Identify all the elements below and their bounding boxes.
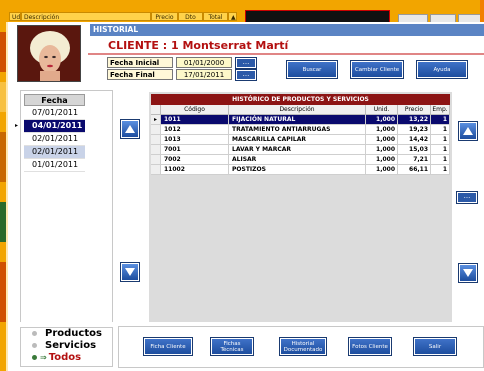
fecha-list-item[interactable]: 07/01/2011 [24, 107, 85, 120]
table-cell: 7001 [161, 145, 229, 155]
filter-servicios-radio[interactable]: Servicios [32, 340, 96, 351]
table-cell: 1,000 [366, 135, 398, 145]
radio-unselected-icon [32, 330, 37, 336]
grid-header-emp[interactable]: Emp. [431, 105, 450, 115]
table-cell: 1 [431, 155, 450, 165]
start-date-field[interactable]: 01/01/2000 [176, 57, 232, 68]
fotos-cliente-button[interactable]: Fotos Cliente [348, 337, 392, 356]
table-cell: 14,42 [398, 135, 431, 145]
table-cell: TRATAMIENTO ANTIARRUGAS [229, 125, 366, 135]
table-cell: 1 [431, 135, 450, 145]
table-cell: 66,11 [398, 165, 431, 175]
table-cell: 1,000 [366, 145, 398, 155]
fecha-list-item[interactable]: 02/01/2011 [24, 133, 85, 146]
row-pointer-icon: ▸ [15, 122, 19, 129]
table-cell: 1 [431, 145, 450, 155]
table-cell: 1 [431, 115, 450, 125]
table-cell: 1,000 [366, 125, 398, 135]
table-cell: 11002 [161, 165, 229, 175]
row-indicator [151, 125, 161, 135]
side-more-button[interactable]: ... [456, 191, 478, 204]
background-app-bar: Uds Descripción Precio Dto Total ▲ [0, 0, 484, 24]
table-cell: 7,21 [398, 155, 431, 165]
table-cell: 1,000 [366, 155, 398, 165]
buscar-button[interactable]: Buscar [286, 60, 338, 79]
table-cell: 1 [431, 125, 450, 135]
table-cell: MASCARILLA CAPILAR [229, 135, 366, 145]
fecha-list-item[interactable]: 04/01/2011 ▸ [15, 120, 85, 133]
salir-button[interactable]: Salir [413, 337, 457, 356]
filter-servicios-label: Servicios [45, 340, 97, 351]
grid-header-unid[interactable]: Unid. [366, 105, 398, 115]
table-row[interactable]: 1013 MASCARILLA CAPILAR 1,000 14,42 1 [151, 135, 450, 145]
table-cell: 1,000 [366, 115, 398, 125]
cambiar-cliente-button[interactable]: Cambiar Cliente [350, 60, 404, 79]
grid-header-descripcion[interactable]: Descripción [229, 105, 366, 115]
bg-column-descripcion: Descripción [21, 12, 151, 21]
ficha-cliente-button[interactable]: Ficha Cliente [143, 337, 193, 356]
fecha-list-item[interactable]: 01/01/2011 [24, 159, 85, 172]
table-row[interactable]: ▸ 1011 FIJACIÓN NATURAL 1,000 13,22 1 [151, 115, 450, 125]
filter-productos-label: Productos [45, 328, 102, 339]
bg-column-dto: Dto [178, 12, 203, 21]
grid-header-precio[interactable]: Precio [398, 105, 431, 115]
table-cell: 19,23 [398, 125, 431, 135]
table-cell: 1012 [161, 125, 229, 135]
fichas-tecnicas-button[interactable]: Fichas Técnicas [210, 337, 254, 356]
table-cell: 15,03 [398, 145, 431, 155]
row-indicator [151, 145, 161, 155]
bg-column-precio: Precio [151, 12, 178, 21]
table-row[interactable]: 11002 POSTIZOS 1,000 66,11 1 [151, 165, 450, 175]
fecha-list-header: Fecha [24, 94, 85, 106]
client-photo [17, 25, 81, 82]
row-indicator [151, 165, 161, 175]
filter-productos-radio[interactable]: Productos [32, 328, 102, 339]
radio-selected-icon [32, 354, 37, 360]
grid-header-codigo[interactable]: Código [161, 105, 229, 115]
historial-window: HISTORIAL CLIENTE : 1 Montserrat Martí F… [6, 22, 484, 371]
start-date-picker-button[interactable]: ... [235, 57, 257, 69]
row-indicator [151, 155, 161, 165]
table-row[interactable]: 7001 LAVAR Y MARCAR 1,000 15,03 1 [151, 145, 450, 155]
divider [88, 53, 484, 55]
arrow-right-icon: ⇒ [40, 353, 47, 362]
window-title: HISTORIAL [90, 24, 484, 36]
grid-scroll-up-arrow-icon[interactable] [458, 121, 478, 141]
start-date-label: Fecha Inicial [107, 57, 173, 68]
ayuda-button[interactable]: Ayuda [416, 60, 468, 79]
grid-header-indicator [151, 105, 161, 115]
scroll-up-arrow-icon[interactable] [120, 119, 140, 139]
table-cell: FIJACIÓN NATURAL [229, 115, 366, 125]
end-date-picker-button[interactable]: ... [235, 69, 257, 81]
table-cell: 1011 [161, 115, 229, 125]
grid-scroll-down-arrow-icon[interactable] [458, 263, 478, 283]
table-cell: 1 [431, 165, 450, 175]
row-pointer-icon: ▸ [151, 115, 161, 125]
table-cell: LAVAR Y MARCAR [229, 145, 366, 155]
radio-unselected-icon [32, 342, 37, 348]
table-cell: 7002 [161, 155, 229, 165]
end-date-label: Fecha Final [107, 69, 173, 80]
table-cell: ALISAR [229, 155, 366, 165]
bg-column-uds: Uds [9, 12, 21, 21]
bg-scroll-up-icon: ▲ [228, 12, 237, 21]
filter-todos-label: Todos [48, 352, 82, 363]
bg-column-total: Total [203, 12, 228, 21]
filter-todos-radio[interactable]: ⇒ Todos [32, 352, 81, 363]
fecha-list-item[interactable]: 02/01/2011 [24, 146, 85, 159]
scroll-down-arrow-icon[interactable] [120, 262, 140, 282]
table-row[interactable]: 7002 ALISAR 1,000 7,21 1 [151, 155, 450, 165]
table-cell: 13,22 [398, 115, 431, 125]
table-cell: 1,000 [366, 165, 398, 175]
end-date-field[interactable]: 17/01/2011 [176, 69, 232, 80]
historial-documentado-button[interactable]: Historial Documentado [279, 337, 327, 356]
table-cell: POSTIZOS [229, 165, 366, 175]
grid-title: HISTÓRICO DE PRODUCTOS Y SERVICIOS [151, 94, 450, 105]
table-row[interactable]: 1012 TRATAMIENTO ANTIARRUGAS 1,000 19,23 1 [151, 125, 450, 135]
row-indicator [151, 135, 161, 145]
client-name-label: CLIENTE : 1 Montserrat Martí [108, 39, 289, 52]
table-cell: 1013 [161, 135, 229, 145]
